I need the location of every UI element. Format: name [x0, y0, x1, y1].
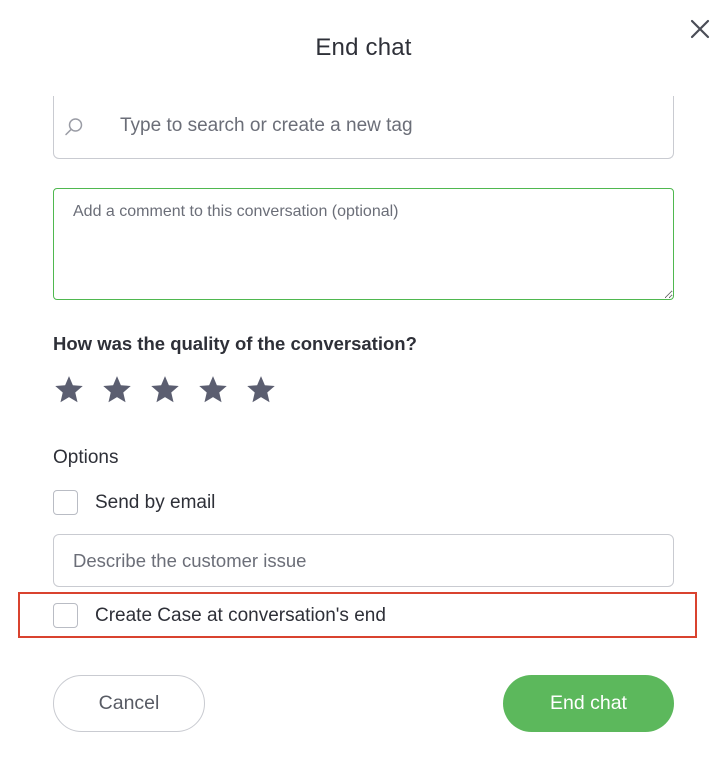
end-chat-button[interactable]: End chat	[503, 675, 674, 732]
star-icon-4[interactable]	[197, 374, 229, 406]
create-case-label: Create Case at conversation's end	[95, 604, 386, 626]
dialog-title: End chat	[315, 34, 412, 61]
star-icon-3[interactable]	[149, 374, 181, 406]
star-icon-2[interactable]	[101, 374, 133, 406]
close-button[interactable]	[686, 15, 714, 43]
send-by-email-option[interactable]: Send by email	[53, 490, 215, 515]
create-case-option[interactable]: Create Case at conversation's end	[53, 603, 386, 628]
close-icon	[690, 19, 710, 39]
quality-question: How was the quality of the conversation?	[53, 333, 417, 354]
customer-issue-input[interactable]	[53, 534, 674, 587]
send-by-email-checkbox[interactable]	[53, 490, 78, 515]
comment-textarea[interactable]	[53, 188, 674, 300]
send-by-email-label: Send by email	[95, 491, 216, 513]
cancel-button[interactable]: Cancel	[53, 675, 205, 732]
tag-search-box	[53, 96, 674, 159]
star-icon-5[interactable]	[245, 374, 277, 406]
end-chat-dialog: End chat How was the quality of the conv…	[0, 0, 727, 761]
star-icon-1[interactable]	[53, 374, 85, 406]
search-icon	[65, 118, 83, 136]
star-rating	[53, 374, 277, 406]
create-case-checkbox[interactable]	[53, 603, 78, 628]
tag-search-input[interactable]	[120, 106, 660, 146]
options-heading: Options	[53, 447, 119, 468]
